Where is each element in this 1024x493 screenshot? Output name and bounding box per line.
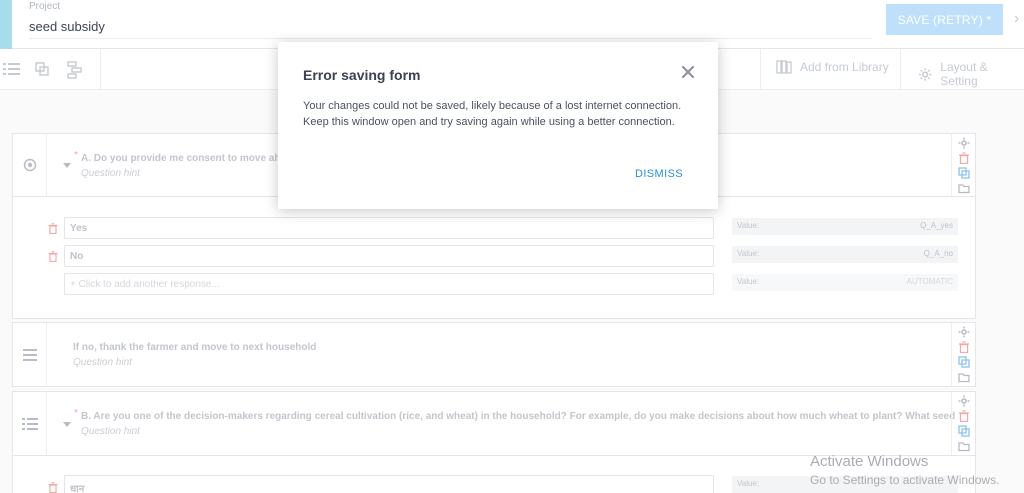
layout-settings-button[interactable]: Layout & Setting [918, 60, 1024, 88]
choice-input[interactable]: No [64, 245, 714, 267]
question-type-column [13, 134, 47, 196]
question-hint[interactable]: Question hint [81, 168, 140, 179]
value-name: Q_A_no [923, 249, 953, 258]
toolbar-divider [900, 49, 901, 90]
question-hint[interactable]: Question hint [73, 357, 132, 368]
value-name: Q_A_yes [920, 221, 953, 230]
collapse-caret-icon[interactable] [63, 163, 71, 168]
library-icon [776, 60, 792, 74]
value-label: Value: [737, 479, 760, 488]
group-questions-icon[interactable] [34, 61, 52, 77]
layout-settings-label: Layout & Setting [940, 60, 988, 88]
choice-input[interactable]: Yes [64, 217, 714, 239]
note-icon [23, 349, 37, 361]
trash-icon[interactable] [958, 152, 970, 164]
accent-strip [0, 0, 12, 49]
save-retry-button[interactable]: SAVE (RETRY) * [886, 4, 1003, 35]
duplicate-icon[interactable] [958, 356, 970, 368]
toolbar-divider [760, 49, 761, 90]
chevron-right-icon[interactable]: › [1014, 10, 1019, 28]
value-label: Value: [737, 221, 760, 230]
choice-input[interactable]: धान [64, 475, 714, 493]
duplicate-icon[interactable] [958, 167, 970, 179]
add-from-library-label: Add from Library [800, 60, 889, 74]
question-type-column [13, 323, 47, 386]
toolbar-divider [100, 49, 101, 90]
question-actions [951, 323, 975, 386]
gear-icon[interactable] [958, 326, 970, 338]
question-tree-icon[interactable] [67, 61, 85, 79]
question-label[interactable]: If no, thank the farmer and move to next… [73, 342, 316, 353]
delete-choice-icon[interactable] [48, 223, 58, 234]
add-choice-button[interactable]: + Click to add another response... [64, 273, 714, 295]
required-indicator: * [74, 150, 78, 161]
question-hint[interactable]: Question hint [81, 426, 140, 437]
add-to-library-icon[interactable] [958, 182, 970, 194]
add-from-library-button[interactable]: Add from Library [776, 60, 889, 74]
add-to-library-icon[interactable] [958, 440, 970, 452]
choice-value[interactable]: Value: Q_A_yes [732, 218, 958, 235]
dismiss-button[interactable]: DISMISS [635, 168, 683, 180]
gear-icon [918, 67, 932, 81]
question-card[interactable]: * B. Are you one of the decision-makers … [12, 391, 976, 456]
dialog-message: Your changes could not be saved, likely … [303, 100, 682, 128]
question-actions [951, 392, 975, 455]
gear-icon[interactable] [958, 137, 970, 149]
project-name-input[interactable]: seed subsidy [29, 19, 105, 34]
project-underline [29, 38, 872, 39]
radio-icon [23, 158, 37, 172]
required-indicator: * [74, 408, 78, 419]
select-multiple-icon [22, 418, 38, 430]
question-actions [951, 134, 975, 196]
duplicate-icon[interactable] [958, 425, 970, 437]
toggle-all-questions-icon[interactable] [3, 61, 21, 77]
project-label: Project [29, 1, 61, 12]
value-name: AUTOMATIC [906, 277, 953, 286]
question-card[interactable]: If no, thank the farmer and move to next… [12, 322, 976, 387]
activate-windows-subtitle: Go to Settings to activate Windows. [810, 473, 1000, 487]
value-label: Value: [737, 249, 760, 258]
gear-icon[interactable] [958, 395, 970, 407]
choice-value[interactable]: Value: AUTOMATIC [732, 274, 958, 291]
dialog-title: Error saving form [303, 67, 421, 83]
delete-choice-icon[interactable] [48, 251, 58, 262]
add-to-library-icon[interactable] [958, 371, 970, 383]
choice-value[interactable]: Value: Q_A_no [732, 246, 958, 263]
question-label[interactable]: A. Do you provide me consent to move ahe [81, 153, 286, 164]
delete-choice-icon[interactable] [48, 482, 58, 493]
question-type-column [13, 392, 47, 455]
collapse-caret-icon[interactable] [63, 422, 71, 427]
trash-icon[interactable] [958, 410, 970, 422]
close-icon[interactable] [681, 65, 695, 79]
activate-windows-title: Activate Windows [810, 453, 929, 470]
error-dialog: Error saving form Your changes could not… [278, 42, 718, 209]
question-label[interactable]: B. Are you one of the decision-makers re… [81, 411, 955, 422]
trash-icon[interactable] [958, 341, 970, 353]
value-label: Value: [737, 277, 760, 286]
